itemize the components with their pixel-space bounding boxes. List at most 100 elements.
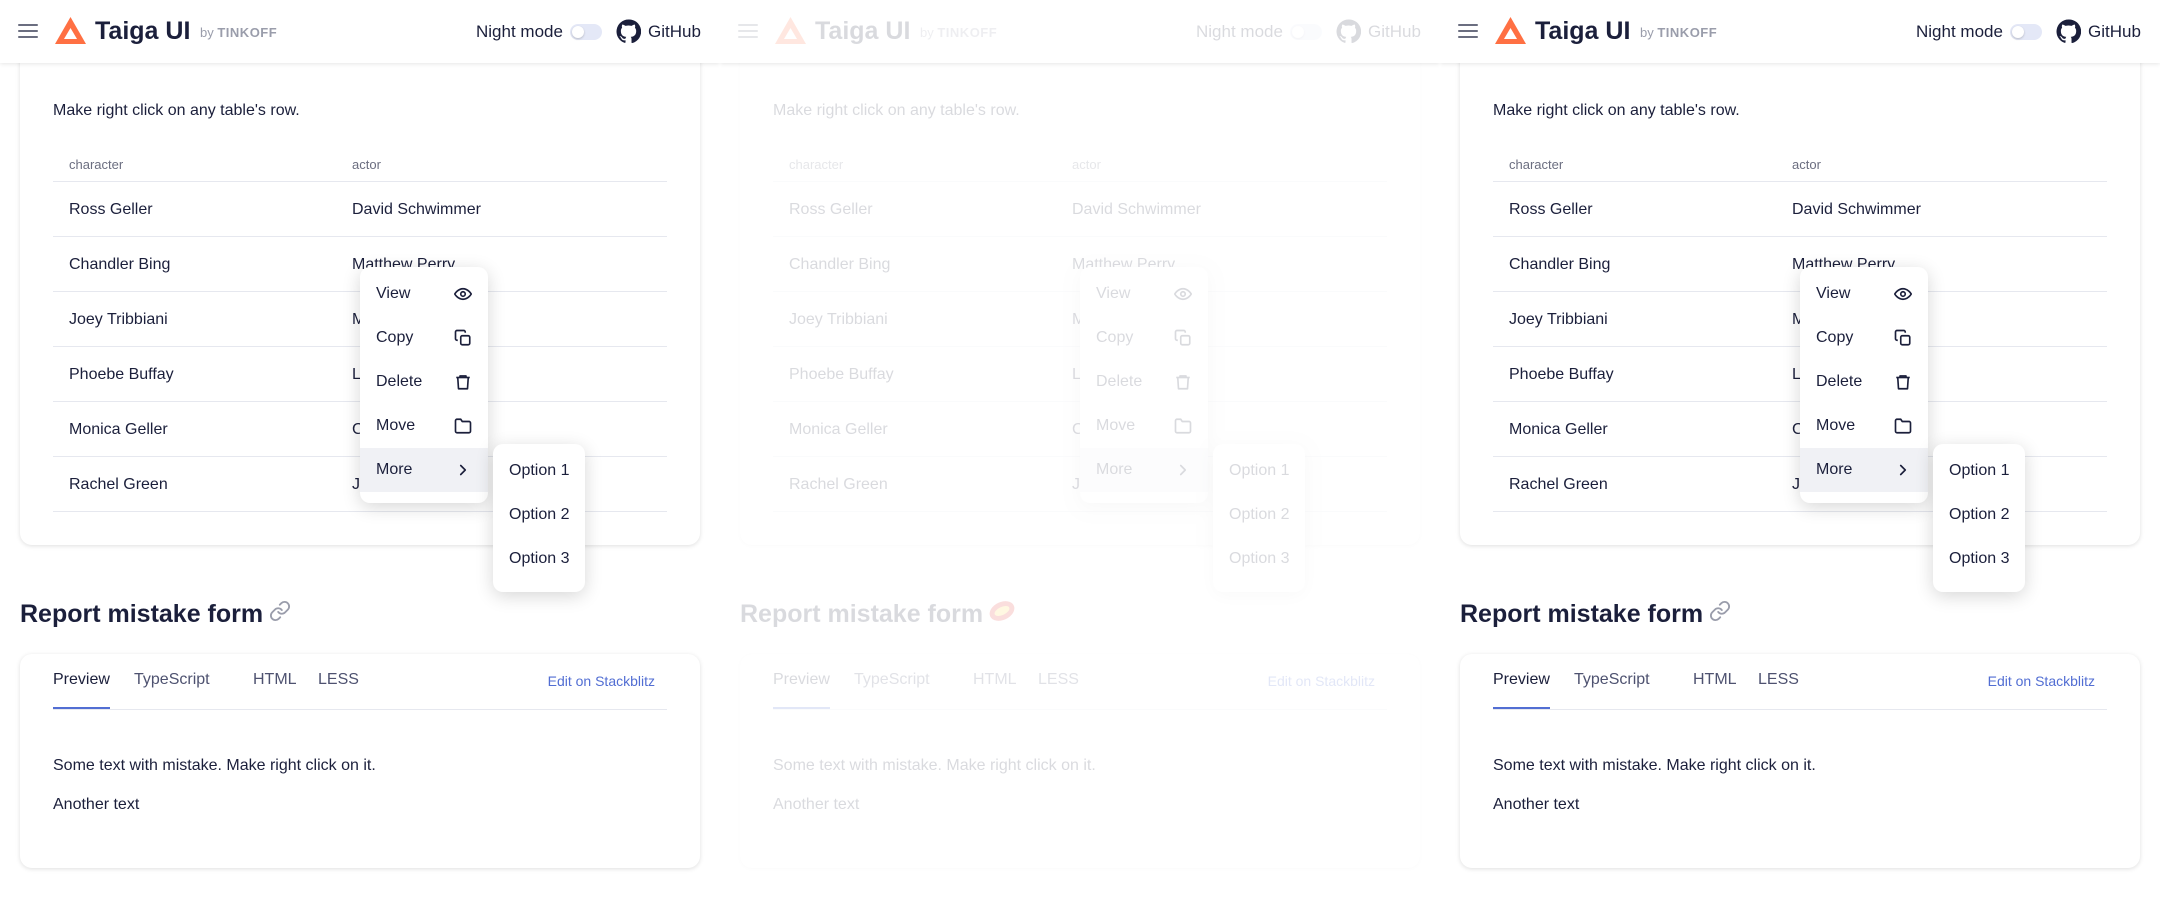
- cell-character: Chandler Bing: [789, 256, 891, 273]
- report-text-line[interactable]: Some text with mistake. Make right click…: [53, 757, 376, 775]
- submenu-option-3[interactable]: Option 3: [493, 537, 585, 581]
- submenu-option-1[interactable]: Option 1: [493, 449, 585, 493]
- table-row[interactable]: Ross Geller David Schwimmer: [773, 182, 1387, 237]
- taiga-logo-icon: [775, 17, 806, 44]
- table-hint: Make right click on any table's row.: [1493, 102, 1740, 119]
- submenu-option-2[interactable]: Option 2: [493, 493, 585, 537]
- screenshot-stage: Make right click on any table's row. cha…: [0, 0, 2160, 900]
- menu-item-label: More: [1096, 461, 1133, 478]
- submenu-option-label: Option 2: [1949, 506, 2010, 523]
- edit-on-stackblitz-link[interactable]: Edit on Stackblitz: [1268, 673, 1375, 689]
- menu-item-delete[interactable]: Delete: [1080, 360, 1208, 404]
- edit-on-stackblitz-link[interactable]: Edit on Stackblitz: [548, 673, 655, 689]
- report-text-line[interactable]: Some text with mistake. Make right click…: [773, 757, 1096, 775]
- submenu-option-label: Option 1: [509, 462, 570, 479]
- table-row[interactable]: Ross Geller David Schwimmer: [1493, 182, 2107, 237]
- menu-item-copy[interactable]: Copy: [360, 316, 488, 360]
- menu-item-delete[interactable]: Delete: [360, 360, 488, 404]
- logo-text: Taiga UI: [1535, 17, 1631, 45]
- section-title: Report mistake form: [20, 600, 264, 628]
- tab-html[interactable]: HTML: [973, 671, 1017, 689]
- menu-item-label: Delete: [376, 373, 423, 390]
- table-row[interactable]: Ross Geller David Schwimmer: [53, 182, 667, 237]
- top-header: Taiga UI by TINKOFF Night mode GitHub: [720, 0, 1440, 63]
- report-text-line[interactable]: Some text with mistake. Make right click…: [1493, 757, 1816, 775]
- cell-actor: David Schwimmer: [1072, 201, 1201, 218]
- github-link[interactable]: GitHub: [2088, 22, 2141, 42]
- report-text-line[interactable]: Another text: [53, 796, 139, 814]
- tab-html[interactable]: HTML: [1693, 671, 1737, 689]
- github-link[interactable]: GitHub: [1368, 22, 1421, 42]
- tab-typescript[interactable]: TypeScript: [1574, 671, 1650, 689]
- github-icon[interactable]: [616, 19, 641, 44]
- active-tab-indicator: [1493, 707, 1550, 709]
- report-text-line[interactable]: Another text: [1493, 796, 1579, 814]
- cell-character: Ross Geller: [1509, 201, 1593, 218]
- logo-text: Taiga UI: [95, 17, 191, 45]
- tab-less[interactable]: LESS: [318, 671, 359, 689]
- menu-item-move[interactable]: Move: [360, 404, 488, 448]
- context-submenu: Option 1 Option 2 Option 3: [1933, 444, 2025, 592]
- cell-character: Phoebe Buffay: [69, 366, 174, 383]
- menu-item-delete[interactable]: Delete: [1800, 360, 1928, 404]
- link-icon[interactable]: [1709, 600, 1731, 622]
- github-icon[interactable]: [1336, 19, 1361, 44]
- night-mode-toggle[interactable]: [2010, 24, 2042, 40]
- copy-icon: [1894, 329, 1911, 346]
- menu-item-label: More: [376, 461, 413, 478]
- tab-less[interactable]: LESS: [1038, 671, 1079, 689]
- column-header-actor: actor: [1072, 157, 1101, 172]
- tab-typescript[interactable]: TypeScript: [134, 671, 210, 689]
- github-icon[interactable]: [2056, 19, 2081, 44]
- submenu-option-3[interactable]: Option 3: [1933, 537, 2025, 581]
- menu-item-more[interactable]: More: [1080, 448, 1208, 492]
- eye-icon: [1894, 287, 1912, 301]
- page-content: Make right click on any table's row. cha…: [720, 0, 1440, 900]
- tab-preview[interactable]: Preview: [1493, 671, 1550, 689]
- cell-character: Ross Geller: [69, 201, 153, 218]
- night-mode-toggle[interactable]: [570, 24, 602, 40]
- link-icon[interactable]: [987, 596, 1017, 626]
- cell-character: Monica Geller: [1509, 421, 1608, 438]
- submenu-option-1[interactable]: Option 1: [1933, 449, 2025, 493]
- night-mode-toggle[interactable]: [1290, 24, 1322, 40]
- tab-html[interactable]: HTML: [253, 671, 297, 689]
- menu-item-view[interactable]: View: [1800, 272, 1928, 316]
- hamburger-menu-icon[interactable]: [18, 24, 38, 39]
- column-header-actor: actor: [1792, 157, 1821, 172]
- menu-item-copy[interactable]: Copy: [1800, 316, 1928, 360]
- chevron-right-icon: [1179, 464, 1187, 476]
- context-submenu: Option 1 Option 2 Option 3: [493, 444, 585, 592]
- report-text-line[interactable]: Another text: [773, 796, 859, 814]
- hamburger-menu-icon[interactable]: [738, 24, 758, 39]
- menu-item-view[interactable]: View: [1080, 272, 1208, 316]
- link-icon[interactable]: [269, 600, 291, 622]
- cell-character: Ross Geller: [789, 201, 873, 218]
- toggle-knob: [572, 26, 584, 38]
- github-link[interactable]: GitHub: [648, 22, 701, 42]
- section-title: Report mistake form: [740, 600, 984, 628]
- tab-preview[interactable]: Preview: [773, 671, 830, 689]
- menu-item-more[interactable]: More: [360, 448, 488, 492]
- submenu-option-1[interactable]: Option 1: [1213, 449, 1305, 493]
- submenu-option-3[interactable]: Option 3: [1213, 537, 1305, 581]
- menu-item-label: Move: [1816, 417, 1856, 434]
- night-mode-label: Night mode: [1196, 22, 1283, 41]
- tab-less[interactable]: LESS: [1758, 671, 1799, 689]
- tab-typescript[interactable]: TypeScript: [854, 671, 930, 689]
- table-header: character actor: [1493, 147, 2107, 182]
- menu-item-more[interactable]: More: [1800, 448, 1928, 492]
- menu-item-move[interactable]: Move: [1800, 404, 1928, 448]
- submenu-option-2[interactable]: Option 2: [1933, 493, 2025, 537]
- edit-on-stackblitz-link[interactable]: Edit on Stackblitz: [1988, 673, 2095, 689]
- submenu-option-2[interactable]: Option 2: [1213, 493, 1305, 537]
- tab-preview[interactable]: Preview: [53, 671, 110, 689]
- eye-icon: [454, 287, 472, 301]
- menu-item-label: Move: [376, 417, 416, 434]
- cell-character: Rachel Green: [69, 476, 168, 493]
- hamburger-menu-icon[interactable]: [1458, 24, 1478, 39]
- menu-item-view[interactable]: View: [360, 272, 488, 316]
- table-header: character actor: [773, 147, 1387, 182]
- menu-item-copy[interactable]: Copy: [1080, 316, 1208, 360]
- menu-item-move[interactable]: Move: [1080, 404, 1208, 448]
